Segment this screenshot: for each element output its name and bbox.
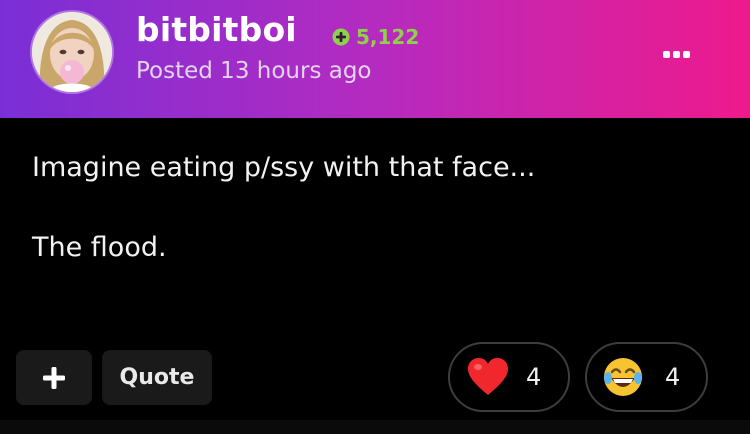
more-dots-icon: [662, 50, 670, 58]
reputation-count: 5,122: [356, 25, 420, 49]
reaction-count: 4: [665, 363, 681, 391]
divider: [0, 420, 750, 434]
laughing-emoji-icon: [601, 355, 645, 399]
post-timestamp: Posted 13 hours ago: [136, 58, 372, 84]
post-body: Imagine eating p/ssy with that face... T…: [32, 148, 722, 268]
reputation-badge: 5,122: [332, 25, 420, 49]
reaction-count: 4: [526, 363, 542, 391]
reaction-heart[interactable]: 4: [448, 342, 570, 412]
post-header: bitbitboi 5,122 Posted 13 hours ago: [0, 0, 750, 118]
plus-circle-icon: [332, 28, 350, 46]
quote-button[interactable]: Quote: [102, 350, 212, 405]
avatar-image: [32, 12, 112, 92]
more-options-button[interactable]: [656, 39, 696, 69]
plus-icon: [43, 366, 65, 389]
reaction-laugh[interactable]: 4: [585, 342, 708, 412]
post-text-line: Imagine eating p/ssy with that face...: [32, 152, 536, 183]
username[interactable]: bitbitboi: [136, 10, 297, 49]
heart-icon: [466, 355, 510, 399]
add-reaction-button[interactable]: [16, 350, 92, 405]
post-text-line: The flood.: [32, 232, 167, 263]
avatar[interactable]: [32, 12, 112, 92]
